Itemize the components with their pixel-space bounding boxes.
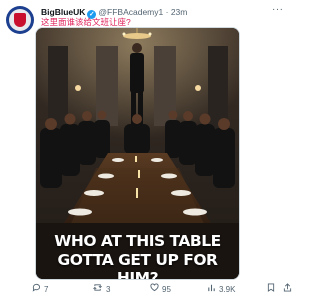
like-button[interactable]: 95	[150, 282, 171, 296]
views-count: 3.9K	[219, 285, 236, 294]
header-separator: ·	[165, 7, 169, 17]
author-handle[interactable]: @FFBAcademy1	[98, 7, 163, 17]
headline-line-2: GOTTA GET UP FOR HIM?	[57, 251, 218, 280]
author-name[interactable]: BigBlueUK	[41, 7, 85, 17]
author-avatar[interactable]	[6, 6, 34, 34]
repost-arrows-icon	[93, 282, 103, 296]
avatar-crest-icon	[14, 13, 26, 27]
tweet-post[interactable]: BigBlueUK ✓ @FFBAcademy1 · 23m ··· 这里面谁该给文…	[0, 0, 299, 297]
reply-count: 7	[44, 285, 49, 294]
views-button[interactable]: 3.9K	[207, 282, 235, 296]
heart-icon	[150, 282, 159, 296]
bookmark-icon	[267, 282, 275, 296]
more-options-icon[interactable]: ···	[272, 4, 284, 15]
bookmark-button[interactable]	[267, 282, 278, 296]
like-count: 95	[162, 285, 171, 294]
headline-line-1: WHO AT THIS TABLE	[54, 232, 221, 250]
repost-button[interactable]: 3	[93, 282, 110, 296]
share-icon	[283, 282, 292, 296]
post-timestamp[interactable]: 23m	[171, 7, 188, 17]
post-image[interactable]: WHO AT THIS TABLE GOTTA GET UP FOR HIM?	[35, 27, 240, 280]
action-bar: 7 3 95 3.9K	[0, 282, 299, 296]
share-button[interactable]	[283, 282, 295, 296]
bar-chart-icon	[207, 282, 216, 296]
reply-button[interactable]: 7	[32, 282, 48, 296]
repost-count: 3	[106, 285, 111, 294]
speech-bubble-icon	[32, 282, 41, 296]
